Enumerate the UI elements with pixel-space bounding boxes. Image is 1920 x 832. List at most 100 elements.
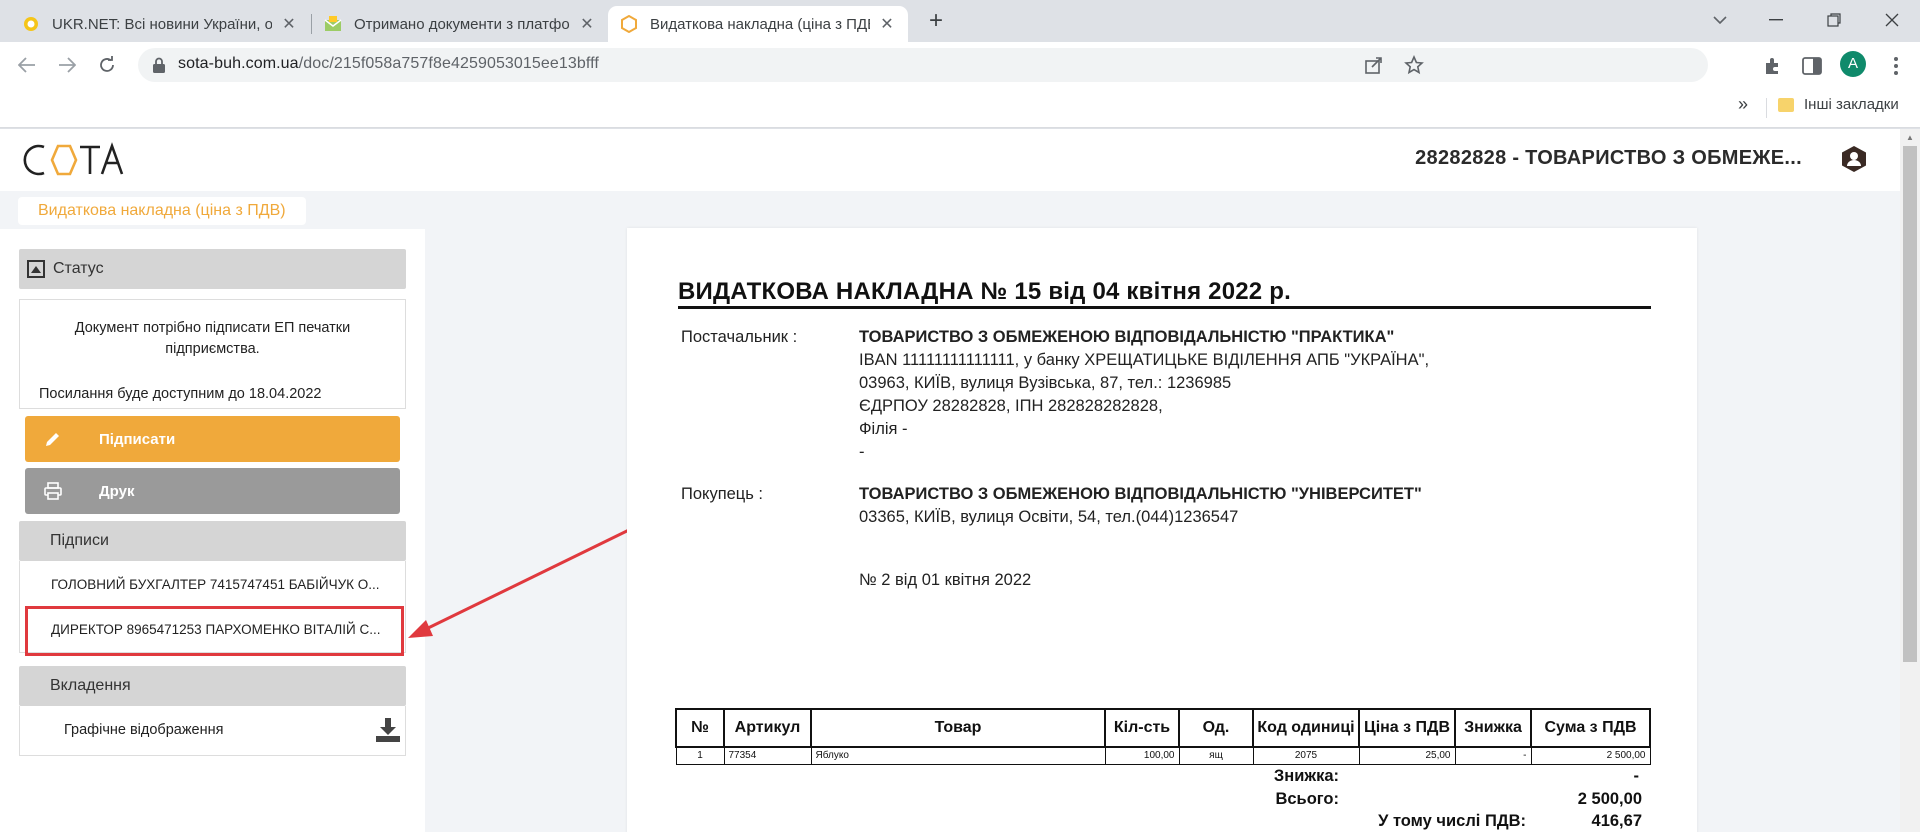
column-header: Код одиниці xyxy=(1252,708,1360,748)
tab-title: Отримано документи з платфор xyxy=(354,15,570,33)
restore-icon[interactable] xyxy=(1814,6,1854,34)
table-cell: 1 xyxy=(675,746,725,765)
column-header: Товар xyxy=(810,708,1106,748)
close-window-icon[interactable] xyxy=(1872,6,1912,34)
supplier-line: Філія - xyxy=(859,420,908,438)
tab-invoice[interactable]: Видаткова накладна (ціна з ПДВ ✕ xyxy=(608,6,908,42)
scrollbar-thumb[interactable] xyxy=(1903,146,1917,662)
status-box: Документ потрібно підписати ЕП печатки п… xyxy=(19,299,406,409)
buyer-label: Покупець : xyxy=(681,485,764,503)
ukrnet-favicon xyxy=(22,15,40,33)
signature-item-accountant[interactable]: ГОЛОВНИЙ БУХГАЛТЕР 7415747451 БАБІЙЧУК О… xyxy=(19,561,406,607)
sota-logo[interactable] xyxy=(18,141,124,179)
bookmark-star-icon[interactable] xyxy=(1402,53,1426,77)
other-bookmarks-folder[interactable]: Інші закладки xyxy=(1778,96,1899,113)
column-header: Од. xyxy=(1178,708,1254,748)
table-header-row: № Артикул Товар Кіл-сть Од. Код одиниці … xyxy=(675,708,1651,748)
table-cell: 100,00 xyxy=(1104,746,1180,765)
buyer-details: ТОВАРИСТВО З ОБМЕЖЕНОЮ ВІДПОВІДАЛЬНІСТЮ … xyxy=(859,483,1422,529)
status-title: Статус xyxy=(53,260,104,277)
new-tab-button[interactable]: + xyxy=(922,8,950,36)
annotation-arrow xyxy=(408,526,634,638)
share-icon[interactable] xyxy=(1362,53,1386,77)
pencil-icon xyxy=(43,429,63,449)
profile-avatar[interactable]: A xyxy=(1840,51,1866,77)
forward-icon[interactable] xyxy=(52,50,82,80)
printer-icon xyxy=(43,481,63,501)
status-until: Посилання буде доступним до 18.04.2022 xyxy=(39,386,322,402)
vat-total-label: У тому числі ПДВ: xyxy=(1378,812,1526,830)
close-tab-icon[interactable]: ✕ xyxy=(878,14,896,34)
close-tab-icon[interactable]: ✕ xyxy=(578,14,596,34)
sign-label: Підписати xyxy=(99,430,176,448)
scroll-up-arrow-icon[interactable]: ▲ xyxy=(1900,129,1920,146)
supplier-line: ЄДРПОУ 28282828, ІПН 282828282828, xyxy=(859,397,1163,415)
tab-ukrnet[interactable]: UKR.NET: Всі новини України, ос ✕ xyxy=(10,6,310,42)
attachment-label: Графічне відображення xyxy=(64,722,224,738)
discount-total-label: Знижка: xyxy=(1273,767,1339,785)
app-header: 28282828 - ТОВАРИСТВО З ОБМЕЖЕ... xyxy=(0,129,1900,191)
browser-toolbar: sota-buh.com.ua/doc/215f058a757f8e425905… xyxy=(0,42,1920,88)
lock-icon[interactable] xyxy=(152,57,168,73)
tab-title: Видаткова накладна (ціна з ПДВ xyxy=(650,15,870,33)
side-panel-icon[interactable] xyxy=(1800,54,1824,78)
tab-title: UKR.NET: Всі новини України, ос xyxy=(52,15,272,33)
column-header: № xyxy=(675,708,725,748)
document-preview: ВИДАТКОВА НАКЛАДНА № 15 від 04 квітня 20… xyxy=(627,228,1697,832)
url-host: sota-buh.com.ua xyxy=(178,55,299,72)
bookmarks-divider xyxy=(1766,98,1767,118)
signatures-header: Підписи xyxy=(19,521,406,561)
discount-total-value: - xyxy=(1633,767,1640,785)
items-table: № Артикул Товар Кіл-сть Од. Код одиниці … xyxy=(675,708,1651,765)
url-text: sota-buh.com.ua/doc/215f058a757f8e425905… xyxy=(178,55,599,73)
sota-favicon xyxy=(620,15,638,33)
tab-documents[interactable]: Отримано документи з платфор ✕ xyxy=(312,6,608,42)
reload-icon[interactable] xyxy=(92,50,122,80)
browser-tab-strip: UKR.NET: Всі новини України, ос ✕ Отрима… xyxy=(0,0,1920,42)
extensions-icon[interactable] xyxy=(1760,54,1784,78)
vat-total-value: 416,67 xyxy=(1591,812,1642,830)
folder-icon xyxy=(1778,97,1794,112)
table-cell: 2075 xyxy=(1252,746,1360,765)
collapse-icon[interactable] xyxy=(27,260,45,278)
minimize-icon[interactable] xyxy=(1756,6,1796,34)
supplier-line: - xyxy=(859,443,865,461)
document-type-breadcrumb: Видаткова накладна (ціна з ПДВ) xyxy=(18,197,306,225)
print-button[interactable]: Друк xyxy=(25,468,400,514)
attachment-item[interactable]: Графічне відображення xyxy=(19,706,406,756)
column-header: Знижка xyxy=(1454,708,1532,748)
supplier-line: 03963, КИЇВ, вулиця Вузівська, 87, тел.:… xyxy=(859,374,1232,392)
status-message: Документ потрібно підписати ЕП печатки п… xyxy=(74,320,351,357)
table-cell: Яблуко xyxy=(810,746,1106,765)
download-icon[interactable] xyxy=(374,716,402,744)
print-label: Друк xyxy=(99,482,135,500)
supplier-details: ТОВАРИСТВО З ОБМЕЖЕНОЮ ВІДПОВІДАЛЬНІСТЮ … xyxy=(859,326,1429,464)
back-icon[interactable] xyxy=(12,50,42,80)
signatures-title: Підписи xyxy=(50,532,109,549)
table-cell: 25,00 xyxy=(1358,746,1456,765)
buyer-address: 03365, КИЇВ, вулиця Освіти, 54, тел.(044… xyxy=(859,508,1239,526)
user-profile-icon[interactable] xyxy=(1840,145,1868,173)
column-header: Кіл-сть xyxy=(1104,708,1180,748)
contract-reference: № 2 від 01 квітня 2022 xyxy=(859,571,1032,589)
folder-label: Інші закладки xyxy=(1804,96,1899,113)
tab-search-icon[interactable] xyxy=(1700,6,1740,34)
table-cell: ящ xyxy=(1178,746,1254,765)
attachments-header: Вкладення xyxy=(19,666,406,706)
page-scrollbar[interactable]: ▲ xyxy=(1900,129,1920,832)
column-header: Артикул xyxy=(723,708,812,748)
page-viewport: 28282828 - ТОВАРИСТВО З ОБМЕЖЕ... Видатк… xyxy=(0,129,1920,832)
url-path: /doc/215f058a757f8e4259053015ee13bfff xyxy=(298,55,599,72)
address-bar[interactable]: sota-buh.com.ua/doc/215f058a757f8e425905… xyxy=(138,48,1708,82)
column-header: Сума з ПДВ xyxy=(1530,708,1651,748)
company-name[interactable]: 28282828 - ТОВАРИСТВО З ОБМЕЖЕ... xyxy=(1415,147,1802,170)
grand-total-value: 2 500,00 xyxy=(1577,790,1642,808)
sign-button[interactable]: Підписати xyxy=(25,416,400,462)
buyer-name: ТОВАРИСТВО З ОБМЕЖЕНОЮ ВІДПОВІДАЛЬНІСТЮ … xyxy=(859,485,1422,503)
menu-kebab-icon[interactable] xyxy=(1884,54,1908,78)
status-panel-header[interactable]: Статус xyxy=(19,249,406,289)
bookmarks-overflow-button[interactable]: » xyxy=(1738,94,1748,115)
close-tab-icon[interactable]: ✕ xyxy=(280,14,298,34)
supplier-label: Постачальник : xyxy=(681,328,798,346)
supplier-name: ТОВАРИСТВО З ОБМЕЖЕНОЮ ВІДПОВІДАЛЬНІСТЮ … xyxy=(859,328,1395,346)
